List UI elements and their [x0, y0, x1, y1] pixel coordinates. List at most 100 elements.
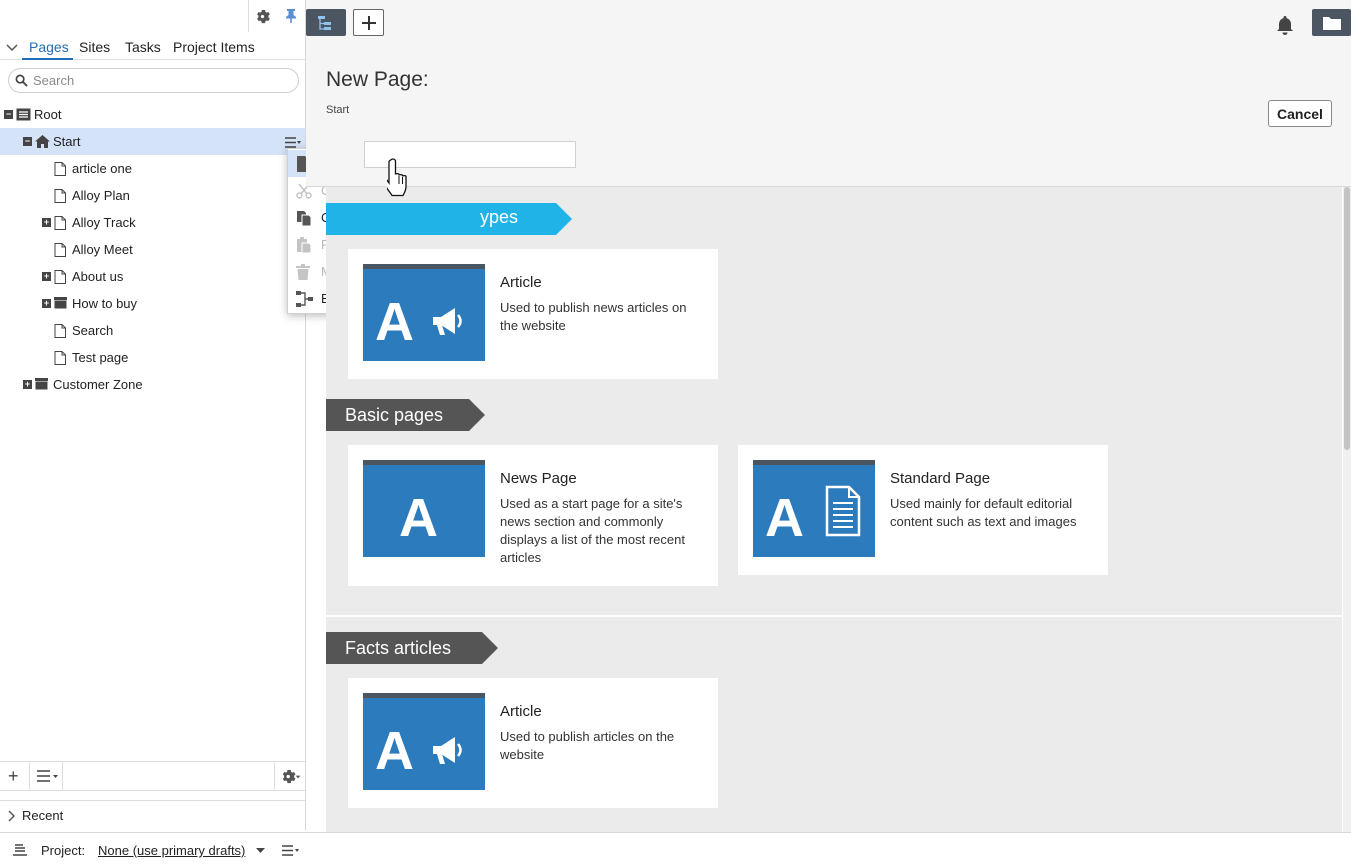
letter-a-icon: A [375, 721, 414, 781]
card-title: Article [500, 703, 542, 720]
tree-node-label: Test page [72, 350, 129, 365]
card-description: Used as a start page for a site's news s… [500, 496, 685, 565]
standard-page-thumbnail: A [753, 460, 875, 557]
page-icon [54, 189, 66, 206]
page-icon [54, 162, 66, 179]
letter-a-icon: A [399, 488, 438, 548]
tree-node-label: Root [34, 107, 62, 122]
toggle-assets-pane-button[interactable] [1312, 9, 1351, 36]
card-description: Used mainly for default editorial conten… [890, 496, 1077, 529]
folder-icon [1322, 16, 1341, 30]
paste-icon [296, 237, 312, 254]
collapse-toggle-icon[interactable]: − [23, 137, 32, 146]
chevron-down-icon[interactable] [256, 848, 265, 854]
section-title: Facts articles [345, 637, 452, 658]
collapse-chevron-icon[interactable] [6, 41, 18, 56]
page-icon [54, 216, 66, 233]
article-thumbnail: A [363, 264, 485, 361]
context-menu-icon[interactable] [37, 770, 59, 785]
tree-node[interactable]: + Alloy Track [0, 209, 305, 236]
tab-pages[interactable]: Pages [29, 39, 69, 55]
global-toolbar [306, 0, 1351, 46]
navigation-pane: Pages Sites Tasks Project Items − Root − St… [0, 0, 306, 830]
tree-node[interactable]: Alloy Meet [0, 236, 305, 263]
megaphone-icon [433, 308, 462, 335]
trash-icon [296, 264, 312, 280]
tree-node-label: Alloy Meet [72, 242, 133, 257]
tree-node[interactable]: + Customer Zone [0, 371, 305, 398]
tree-bottom-toolbar: + [0, 761, 305, 791]
add-icon[interactable]: + [8, 767, 19, 785]
tree-node-label: article one [72, 161, 132, 176]
page-icon [54, 324, 66, 341]
section-title: ypes [480, 207, 519, 227]
page-icon [54, 351, 66, 368]
tree-node[interactable]: − Root [0, 101, 305, 128]
project-icon [13, 844, 27, 856]
scrollbar-thumb[interactable] [1344, 187, 1350, 450]
tab-tasks[interactable]: Tasks [125, 39, 161, 55]
page-tree-icon [318, 15, 331, 30]
tree-node[interactable]: + How to buy [0, 290, 305, 317]
tree-node[interactable]: Test page [0, 344, 305, 371]
tree-node-label: Search [72, 323, 114, 338]
navigation-toolbar [0, 0, 305, 32]
container-icon [35, 378, 48, 393]
content-scrollbar[interactable] [1343, 187, 1351, 832]
tree-node[interactable]: Alloy Plan [0, 182, 305, 209]
project-label: Project: [41, 843, 86, 858]
pin-icon[interactable] [279, 5, 303, 27]
section-header-facts-articles: Facts articles [326, 632, 498, 664]
search-icon [15, 74, 28, 87]
letter-a-icon: A [375, 292, 414, 352]
section-header-basic-pages: Basic pages [326, 399, 485, 431]
chevron-right-icon [8, 810, 15, 822]
page-icon [54, 243, 66, 260]
page-type-card-news-page[interactable]: A News Page Used as a start page for a s… [348, 445, 718, 586]
expand-toggle-icon[interactable]: + [23, 380, 32, 389]
document-icon [825, 485, 861, 537]
project-menu-icon[interactable] [282, 845, 300, 856]
tree-node[interactable]: Search [0, 317, 305, 344]
tree-node-label: Alloy Track [72, 215, 136, 230]
notifications-bell-icon[interactable] [1275, 15, 1295, 38]
search-input[interactable] [33, 73, 283, 88]
collapse-toggle-icon[interactable]: − [4, 110, 13, 119]
tab-project-items[interactable]: Project Items [173, 39, 255, 55]
letter-a-icon: A [765, 488, 804, 548]
breadcrumb[interactable]: Start [326, 104, 349, 116]
settings-gear-icon[interactable] [250, 5, 274, 27]
page-type-card-standard-page[interactable]: A Standard Page Used mainly for default … [738, 445, 1108, 575]
megaphone-icon [433, 737, 462, 764]
tree-node[interactable]: + About us [0, 263, 305, 290]
expand-toggle-icon[interactable]: + [42, 299, 51, 308]
cancel-button[interactable]: Cancel [1268, 100, 1332, 127]
toolbar-divider [248, 0, 249, 32]
page-type-card-article[interactable]: A Article Used to publish news articles … [348, 249, 718, 379]
settings-gear-icon[interactable] [280, 769, 302, 787]
project-selector[interactable]: None (use primary drafts) [98, 843, 245, 858]
tree-node-label: How to buy [72, 296, 138, 311]
tree-node[interactable]: − Start [0, 128, 305, 155]
hand-cursor-icon [387, 158, 407, 197]
card-description: Used to publish articles on the website [500, 729, 675, 762]
recent-label: Recent [22, 808, 64, 823]
home-icon [35, 135, 50, 151]
tab-sites[interactable]: Sites [79, 39, 110, 55]
root-icon [16, 108, 31, 124]
tree-node-label: Alloy Plan [72, 188, 130, 203]
recent-panel-header[interactable]: Recent [0, 800, 305, 830]
toggle-navigation-pane-button[interactable] [306, 9, 346, 36]
page-tree-search[interactable] [8, 68, 299, 93]
create-new-button[interactable] [353, 9, 384, 36]
tree-node-label: Start [53, 134, 81, 149]
toolbar-divider [274, 762, 275, 791]
section-title: Basic pages [345, 404, 444, 425]
tree-node[interactable]: article one [0, 155, 305, 182]
expand-toggle-icon[interactable]: + [42, 272, 51, 281]
expand-toggle-icon[interactable]: + [42, 218, 51, 227]
plus-icon [361, 15, 376, 30]
tree-node-label: Customer Zone [53, 377, 143, 392]
news-page-thumbnail: A [363, 460, 485, 557]
page-type-card-facts-article[interactable]: A Article Used to publish articles on th… [348, 678, 718, 808]
